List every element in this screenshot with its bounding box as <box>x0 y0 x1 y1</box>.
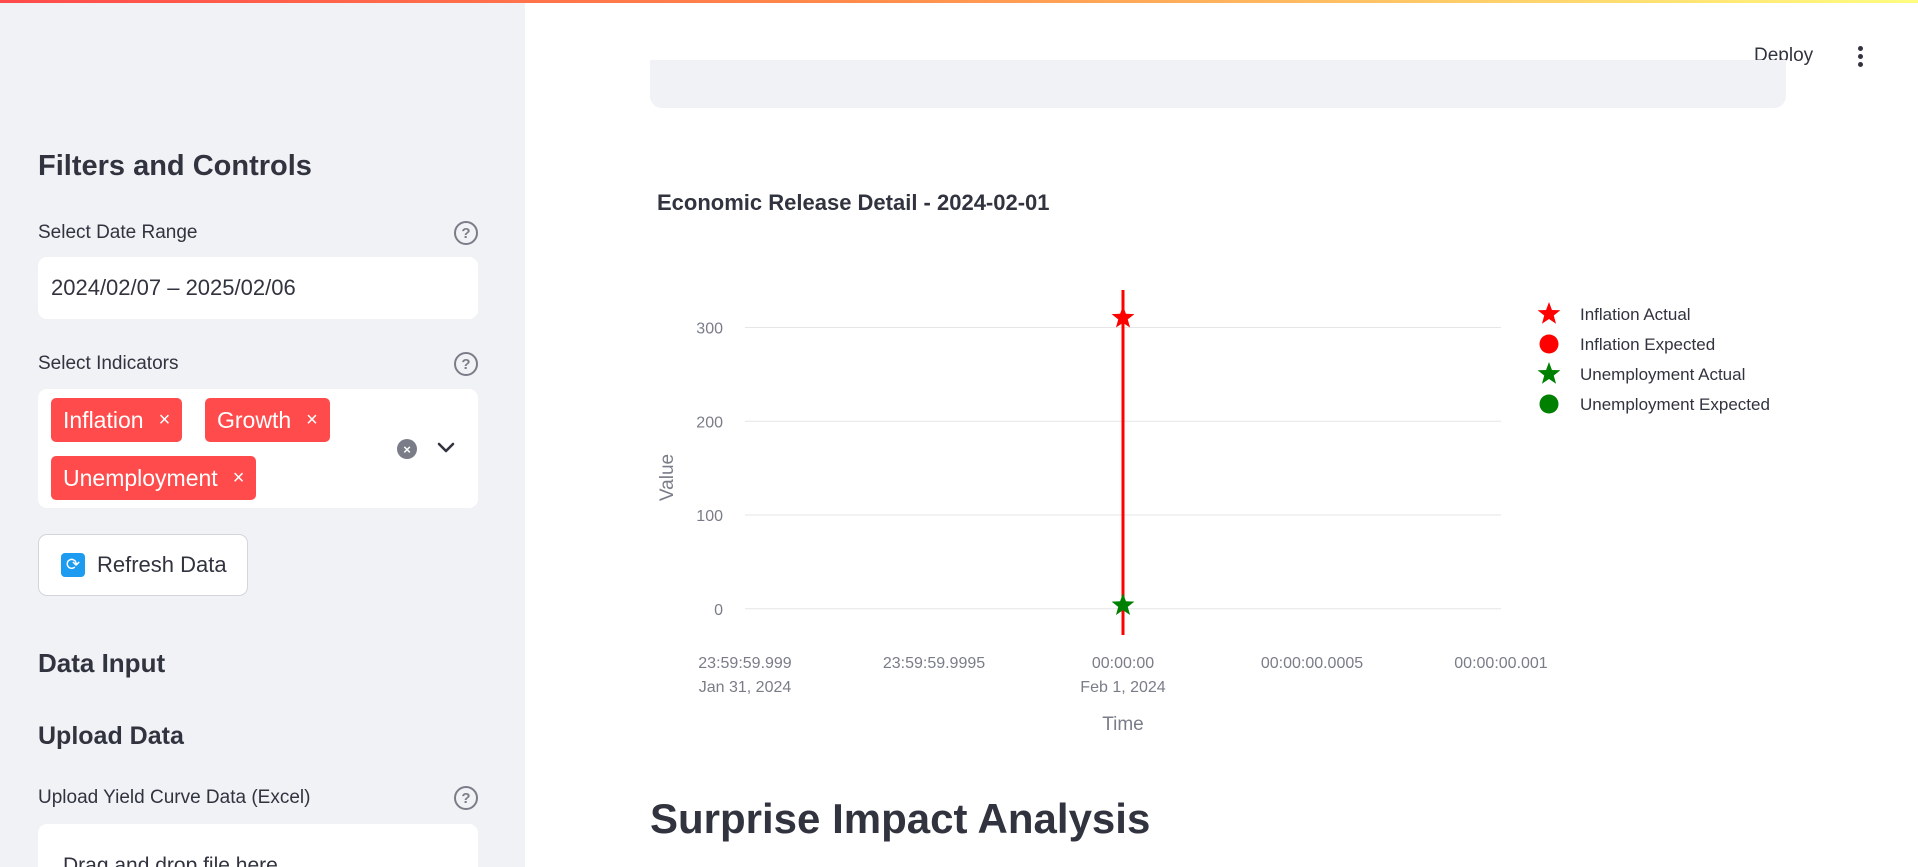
section-title: Surprise Impact Analysis <box>650 795 1151 842</box>
close-icon[interactable]: × <box>159 409 171 432</box>
refresh-label: Refresh Data <box>97 552 227 577</box>
legend-label[interactable]: Inflation Expected <box>1580 335 1715 354</box>
y-axis-title: Value <box>657 454 678 501</box>
date-range-input[interactable]: 2024/02/07 – 2025/02/06 <box>38 257 478 319</box>
chip-label: Unemployment <box>63 464 218 491</box>
clear-icon[interactable]: × <box>397 439 417 459</box>
chip-label: Growth <box>217 406 292 433</box>
upload-label: Upload Yield Curve Data (Excel) <box>38 787 311 808</box>
x-tick-label: 23:59:59.999 <box>698 655 792 672</box>
dropzone-text: Drag and drop file here <box>63 854 278 867</box>
x-tick-label: 23:59:59.9995 <box>883 655 985 672</box>
upload-data-title: Upload Data <box>38 722 184 750</box>
legend-label[interactable]: Unemployment Expected <box>1580 395 1770 414</box>
close-icon[interactable]: × <box>306 409 318 432</box>
file-dropzone[interactable]: Drag and drop file here <box>38 824 478 867</box>
release-detail-chart[interactable]: 0 100 200 300 23:59:59.999 Jan 31, 2024 23:59:… <box>650 270 1790 750</box>
date-range-label: Select Date Range <box>38 222 198 243</box>
y-tick-label: 0 <box>714 602 723 619</box>
circle-marker-icon <box>1539 394 1559 414</box>
refresh-data-button[interactable]: ⟳ Refresh Data <box>38 534 248 596</box>
filters-title: Filters and Controls <box>38 150 312 182</box>
chevron-down-icon[interactable] <box>434 435 458 459</box>
x-axis-title: Time <box>1102 714 1144 735</box>
circle-marker-icon <box>1539 334 1559 354</box>
indicators-multiselect[interactable]: Inflation × Growth × Unemployment × × <box>38 389 478 508</box>
y-tick-label: 300 <box>696 321 723 338</box>
x-tick-sublabel: Feb 1, 2024 <box>1080 679 1166 696</box>
indicators-label: Select Indicators <box>38 353 179 374</box>
star-marker-icon <box>1537 302 1561 324</box>
data-input-title: Data Input <box>38 648 166 678</box>
star-marker-icon <box>1537 362 1561 384</box>
sidebar: Filters and Controls Select Date Range ?… <box>0 0 525 867</box>
y-tick-label: 200 <box>696 414 723 431</box>
chip-label: Inflation <box>63 406 144 433</box>
kebab-menu-icon[interactable] <box>1855 46 1865 70</box>
refresh-icon: ⟳ <box>61 553 85 577</box>
x-tick-label: 00:00:00.001 <box>1454 655 1548 672</box>
chip-unemployment[interactable]: Unemployment × <box>51 456 257 500</box>
help-icon[interactable]: ? <box>454 786 478 810</box>
top-decoration-bar <box>0 0 1918 3</box>
x-tick-label: 00:00:00.0005 <box>1261 655 1363 672</box>
legend-label[interactable]: Unemployment Actual <box>1580 365 1745 384</box>
y-tick-label: 100 <box>696 508 723 525</box>
help-icon[interactable]: ? <box>454 352 478 376</box>
x-tick-label: 00:00:00 <box>1092 655 1154 672</box>
help-icon[interactable]: ? <box>454 221 478 245</box>
chart-title: Economic Release Detail - 2024-02-01 <box>657 190 1050 215</box>
chip-growth[interactable]: Growth × <box>205 398 330 442</box>
legend-label[interactable]: Inflation Actual <box>1580 305 1691 324</box>
x-tick-sublabel: Jan 31, 2024 <box>699 679 792 696</box>
close-icon[interactable]: × <box>233 467 245 490</box>
previous-card-bottom <box>650 60 1786 108</box>
chip-inflation[interactable]: Inflation × <box>51 398 183 442</box>
